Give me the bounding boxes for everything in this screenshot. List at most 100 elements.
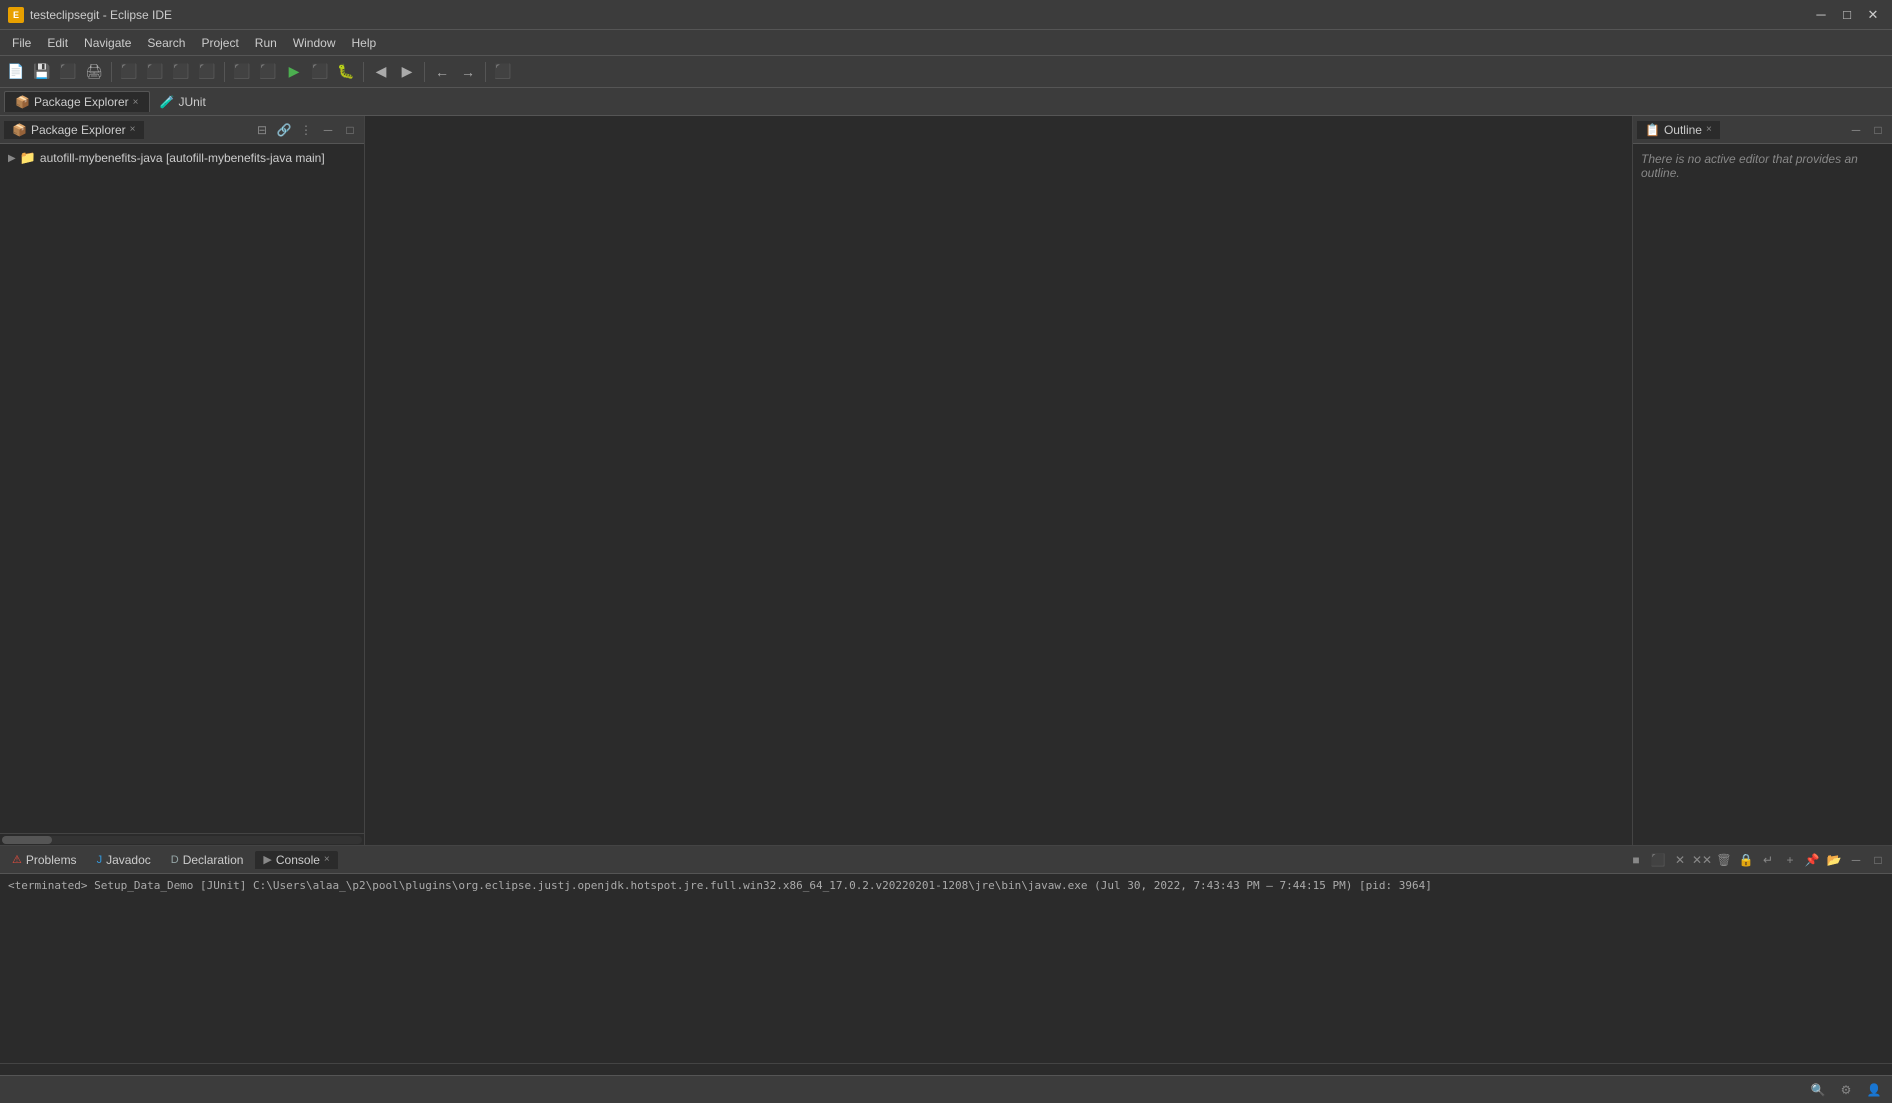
menu-run[interactable]: Run [247, 34, 285, 52]
console-remove-launch-btn[interactable]: ✕ [1670, 850, 1690, 870]
h-scrollbar-track[interactable] [2, 836, 362, 844]
toolbar-sep-3 [363, 62, 364, 82]
eclipse-icon: E [8, 7, 24, 23]
package-explorer-tab-label: Package Explorer [34, 95, 129, 109]
menu-search[interactable]: Search [139, 34, 193, 52]
outline-tab-icon: 📋 [1645, 123, 1660, 137]
problems-label: Problems [26, 853, 77, 867]
toolbar-sep-4 [424, 62, 425, 82]
bottom-panel: ⚠ Problems J Javadoc D Declaration ▶ Con… [0, 845, 1892, 1075]
minimize-button[interactable]: ─ [1810, 4, 1832, 26]
toolbar-sep-5 [485, 62, 486, 82]
declaration-icon: D [171, 854, 179, 866]
bottom-panel-header: ⚠ Problems J Javadoc D Declaration ▶ Con… [0, 846, 1892, 874]
junit-tab-label: JUnit [178, 95, 205, 109]
left-panel-scrollbar [0, 833, 364, 845]
console-new-btn[interactable]: + [1780, 850, 1800, 870]
status-settings-icon[interactable]: ⚙ [1836, 1080, 1856, 1100]
center-panel [365, 116, 1632, 845]
tab-package-explorer[interactable]: 📦 Package Explorer × [4, 91, 150, 112]
menu-help[interactable]: Help [344, 34, 385, 52]
console-min-btn[interactable]: ─ [1846, 850, 1866, 870]
outline-content: There is no active editor that provides … [1633, 144, 1892, 845]
console-remove-all-btn[interactable]: ✕✕ [1692, 850, 1712, 870]
window-title: testeclipsegit - Eclipse IDE [30, 8, 172, 22]
console-clear-btn[interactable]: 🗑 [1714, 850, 1734, 870]
menu-file[interactable]: File [4, 34, 39, 52]
title-bar-left: E testeclipsegit - Eclipse IDE [8, 7, 172, 23]
status-right: 🔍 ⚙ 👤 [1808, 1080, 1884, 1100]
toolbar-run-btn[interactable]: ▶ [282, 60, 306, 84]
outline-min-btn[interactable]: ─ [1846, 120, 1866, 140]
toolbar-btn-5[interactable]: ⬛ [117, 60, 141, 84]
menu-navigate[interactable]: Navigate [76, 34, 139, 52]
toolbar-new-btn[interactable]: 📄 [4, 60, 28, 84]
toolbar-btn-7[interactable]: ⬛ [169, 60, 193, 84]
package-explorer-tab-close[interactable]: × [133, 97, 139, 108]
panel-menu-btn[interactable]: ⋮ [296, 120, 316, 140]
toolbar-btn-10[interactable]: ⬛ [256, 60, 280, 84]
panel-pkg-label: Package Explorer [31, 123, 126, 137]
console-open-btn[interactable]: 📂 [1824, 850, 1844, 870]
close-button[interactable]: ✕ [1862, 4, 1884, 26]
toolbar-next-annot-btn[interactable]: ⬛ [491, 60, 515, 84]
panel-actions: ⊟ 🔗 ⋮ ─ □ [252, 120, 360, 140]
toolbar-forward-btn[interactable]: ▶ [395, 60, 419, 84]
panel-min-btn[interactable]: ─ [318, 120, 338, 140]
console-tab-close[interactable]: × [324, 854, 330, 865]
menu-edit[interactable]: Edit [39, 34, 76, 52]
console-label: Console [276, 853, 320, 867]
toolbar-save-btn[interactable]: 💾 [30, 60, 54, 84]
outline-max-btn[interactable]: □ [1868, 120, 1888, 140]
bottom-scrollbar [0, 1063, 1892, 1075]
left-panel: 📦 Package Explorer × ⊟ 🔗 ⋮ ─ □ ▶ 📁 autof… [0, 116, 365, 845]
status-search-icon[interactable]: 🔍 [1808, 1080, 1828, 1100]
console-word-wrap-btn[interactable]: ↵ [1758, 850, 1778, 870]
menu-project[interactable]: Project [193, 34, 246, 52]
tab-declaration[interactable]: D Declaration [163, 851, 252, 869]
toolbar-btn-12[interactable]: ⬛ [308, 60, 332, 84]
panel-tab-package-explorer[interactable]: 📦 Package Explorer × [4, 121, 144, 139]
tab-console[interactable]: ▶ Console × [255, 851, 337, 869]
content-area: 📦 Package Explorer × ⊟ 🔗 ⋮ ─ □ ▶ 📁 autof… [0, 116, 1892, 845]
panel-pkg-close[interactable]: × [130, 124, 136, 135]
toolbar-next-edit-btn[interactable]: → [456, 60, 480, 84]
tab-problems[interactable]: ⚠ Problems [4, 851, 85, 869]
panel-max-btn[interactable]: □ [340, 120, 360, 140]
editor-area[interactable] [365, 116, 1632, 845]
toolbar-back-btn[interactable]: ◀ [369, 60, 393, 84]
toolbar-btn-8[interactable]: ⬛ [195, 60, 219, 84]
menu-window[interactable]: Window [285, 34, 344, 52]
tab-junit[interactable]: 🧪 JUnit [150, 92, 216, 112]
panel-collapse-btn[interactable]: ⊟ [252, 120, 272, 140]
console-terminate-btn[interactable]: ■ [1626, 850, 1646, 870]
outline-tab-close[interactable]: × [1706, 124, 1712, 135]
console-output-text: <terminated> Setup_Data_Demo [JUnit] C:\… [8, 879, 1432, 892]
toolbar-btn-9[interactable]: ⬛ [230, 60, 254, 84]
toolbar-save-all-btn[interactable]: ⬛ [56, 60, 80, 84]
status-perspective-icon[interactable]: 👤 [1864, 1080, 1884, 1100]
maximize-button[interactable]: □ [1836, 4, 1858, 26]
menu-bar: File Edit Navigate Search Project Run Wi… [0, 30, 1892, 56]
toolbar-print-btn[interactable]: 🖨 [82, 60, 106, 84]
panel-pkg-icon: 📦 [12, 123, 27, 137]
status-bar: 🔍 ⚙ 👤 [0, 1075, 1892, 1103]
console-max-btn[interactable]: □ [1868, 850, 1888, 870]
toolbar-prev-edit-btn[interactable]: ← [430, 60, 454, 84]
console-icon: ▶ [263, 853, 271, 866]
toolbar-btn-6[interactable]: ⬛ [143, 60, 167, 84]
main-layout: 📦 Package Explorer × 🧪 JUnit 📦 Package E… [0, 88, 1892, 1075]
toolbar-debug-btn[interactable]: 🐛 [334, 60, 358, 84]
outline-panel-actions: ─ □ [1846, 120, 1888, 140]
outline-tab[interactable]: 📋 Outline × [1637, 121, 1720, 139]
outline-no-editor-message: There is no active editor that provides … [1641, 152, 1858, 180]
tree-item-project[interactable]: ▶ 📁 autofill-mybenefits-java [autofill-m… [0, 148, 364, 168]
project-label: autofill-mybenefits-java [autofill-myben… [40, 151, 325, 165]
tab-javadoc[interactable]: J Javadoc [89, 851, 159, 869]
console-scroll-lock-btn[interactable]: 🔒 [1736, 850, 1756, 870]
declaration-label: Declaration [183, 853, 244, 867]
console-pin-btn[interactable]: 📌 [1802, 850, 1822, 870]
toolbar: 📄 💾 ⬛ 🖨 ⬛ ⬛ ⬛ ⬛ ⬛ ⬛ ▶ ⬛ 🐛 ◀ ▶ ← → ⬛ [0, 56, 1892, 88]
panel-link-btn[interactable]: 🔗 [274, 120, 294, 140]
console-disconnect-btn[interactable]: ⬛ [1648, 850, 1668, 870]
